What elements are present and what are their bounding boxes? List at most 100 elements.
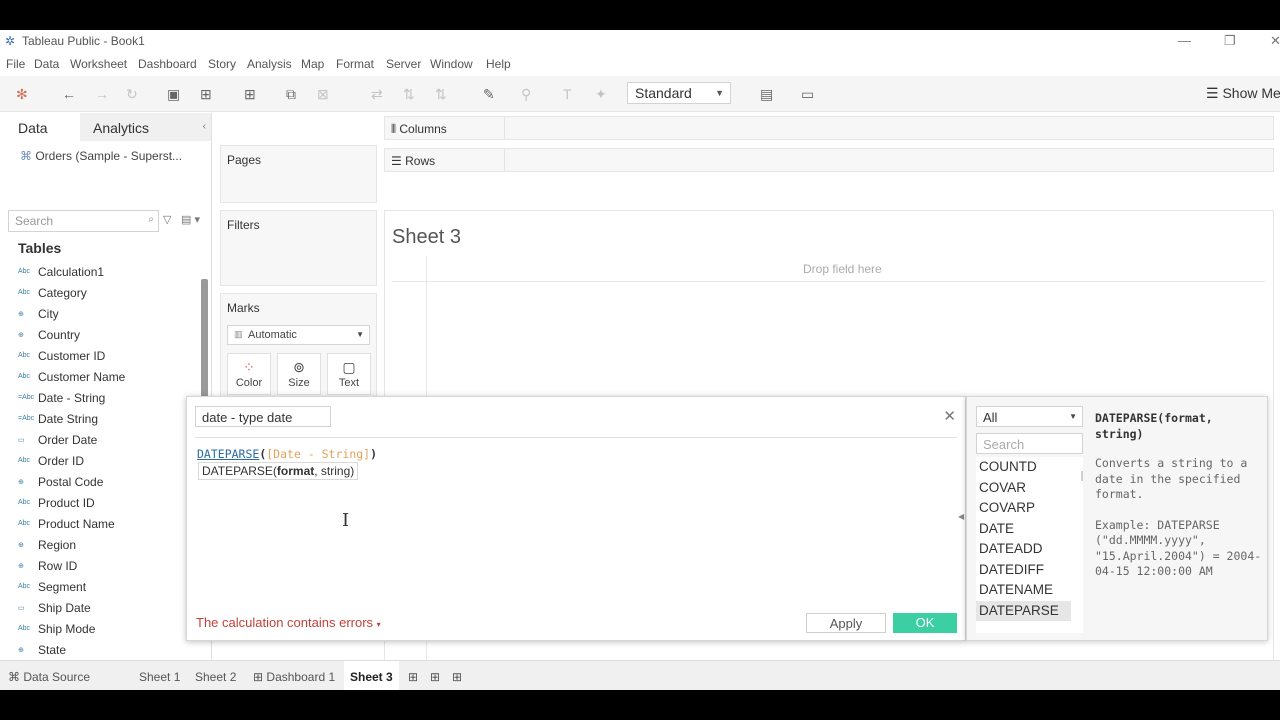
field-item[interactable]: Abc Customer Name — [0, 368, 200, 389]
menu-worksheet[interactable]: Worksheet — [70, 57, 127, 71]
menu-story[interactable]: Story — [208, 57, 236, 71]
new-story-tab-icon[interactable]: ⊞ — [452, 670, 462, 684]
menu-help[interactable]: Help — [486, 57, 511, 71]
menu-dashboard[interactable]: Dashboard — [138, 57, 197, 71]
size-button[interactable]: ⊚ Size — [277, 353, 321, 395]
fit-select[interactable]: Standard ▼ — [627, 82, 731, 104]
calculation-name-input[interactable]: date - type date — [195, 406, 331, 427]
redo-icon[interactable]: → — [95, 86, 109, 102]
field-name: Product Name — [38, 517, 115, 531]
ok-button[interactable]: OK — [893, 613, 957, 633]
field-item[interactable]: ⊕ City — [0, 305, 200, 326]
replay-icon[interactable]: ↻ — [126, 86, 138, 103]
function-item[interactable]: DATE — [976, 519, 1083, 540]
save-icon[interactable]: ▣ — [167, 86, 180, 103]
function-item[interactable]: DATEPARSE — [976, 600, 1071, 621]
menu-file[interactable]: File — [6, 57, 25, 71]
field-search-input[interactable]: Search ⌕ — [8, 210, 159, 232]
field-item[interactable]: ⊕ State — [0, 641, 200, 660]
collapse-pane-icon[interactable]: ‹ — [203, 121, 206, 132]
menu-data[interactable]: Data — [34, 57, 59, 71]
formula-editor[interactable]: DATEPARSE([Date - String]) — [197, 447, 377, 461]
function-item[interactable]: COVARP — [976, 498, 1083, 519]
pin-icon[interactable]: ✦ — [595, 86, 607, 103]
labels-icon[interactable]: T — [563, 86, 572, 102]
field-item[interactable]: ▭ Order Date — [0, 431, 200, 452]
tab-sheet-2[interactable]: Sheet 2 — [195, 670, 236, 684]
view-options-icon[interactable]: ▤ ▾ — [181, 213, 200, 226]
toolbar: ✻ ← → ↻ ▣ ⊞ ⊞ ⧉ ⊠ ⇄ ⇅ ⇅ ✎ ⚲ T ✦ Standard… — [0, 76, 1280, 112]
add-datasource-icon[interactable]: ⊞ — [200, 86, 212, 103]
field-item[interactable]: ⊕ Postal Code — [0, 473, 200, 494]
tab-sheet-3[interactable]: Sheet 3 — [344, 661, 399, 690]
cards-icon[interactable]: ▤ — [760, 86, 773, 103]
sort-ascending-icon[interactable]: ⇅ — [403, 86, 415, 103]
field-item[interactable]: ⊕ Row ID — [0, 557, 200, 578]
sheet-title[interactable]: Sheet 3 — [392, 226, 461, 249]
function-list-scrollbar[interactable] — [1081, 471, 1083, 481]
field-item[interactable]: Abc Order ID — [0, 452, 200, 473]
presentation-icon[interactable]: ▭ — [801, 86, 814, 103]
menu-server[interactable]: Server — [386, 57, 421, 71]
field-item[interactable]: Abc Category — [0, 284, 200, 305]
close-icon[interactable]: ✕ — [943, 407, 956, 425]
pages-card[interactable]: Pages — [220, 145, 377, 203]
apply-button[interactable]: Apply — [806, 613, 886, 633]
clear-sheet-icon[interactable]: ⊠ — [317, 86, 329, 103]
function-category-select[interactable]: All ▼ — [976, 406, 1083, 427]
field-item[interactable]: Abc Calculation1 — [0, 263, 200, 284]
function-item[interactable]: DATEADD — [976, 539, 1083, 560]
field-item[interactable]: =Abc Date - String — [0, 389, 200, 410]
datasource-item[interactable]: ⌘ Orders (Sample - Superst... — [20, 149, 182, 163]
tab-dashboard-1[interactable]: ⊞ Dashboard 1 — [253, 670, 335, 684]
menu-format[interactable]: Format — [336, 57, 374, 71]
tableau-home-icon[interactable]: ✻ — [16, 86, 28, 103]
field-item[interactable]: ⊕ Country — [0, 326, 200, 347]
restore-icon[interactable]: ❐ — [1224, 33, 1236, 49]
show-me-button[interactable]: ☰ Show Me — [1206, 85, 1280, 102]
function-item[interactable]: COVAR — [976, 478, 1083, 499]
sort-descending-icon[interactable]: ⇅ — [435, 86, 447, 103]
field-item[interactable]: Abc Segment — [0, 578, 200, 599]
field-item[interactable]: Abc Product Name — [0, 515, 200, 536]
field-item[interactable]: Abc Ship Mode — [0, 620, 200, 641]
duplicate-icon[interactable]: ⧉ — [286, 86, 296, 103]
menu-map[interactable]: Map — [301, 57, 324, 71]
group-icon[interactable]: ⚲ — [521, 86, 531, 103]
datasource-icon: ⌘ — [20, 149, 32, 163]
menu-analysis[interactable]: Analysis — [247, 57, 292, 71]
function-search-input[interactable]: Search — [976, 433, 1083, 454]
function-item[interactable]: DATENAME — [976, 580, 1083, 601]
tab-data[interactable]: Data — [0, 113, 80, 141]
field-item[interactable]: ⊕ Region — [0, 536, 200, 557]
new-worksheet-icon[interactable]: ⊞ — [244, 86, 256, 103]
tab-sheet-1[interactable]: Sheet 1 — [139, 670, 180, 684]
filter-icon[interactable]: ▽ — [163, 213, 171, 226]
undo-icon[interactable]: ← — [62, 86, 76, 102]
drop-field-hint[interactable]: Drop field here — [803, 262, 882, 276]
text-button[interactable]: ▢ Text — [327, 353, 371, 395]
field-item[interactable]: =Abc Date String — [0, 410, 200, 431]
filters-card[interactable]: Filters — [220, 210, 377, 286]
collapse-functions-icon[interactable]: ◀ — [958, 512, 964, 521]
menu-window[interactable]: Window — [430, 57, 473, 71]
function-item[interactable]: COUNTD — [976, 457, 1083, 478]
new-worksheet-tab-icon[interactable]: ⊞ — [408, 670, 418, 684]
mark-type-select[interactable]: ▥ Automatic ▼ — [227, 325, 370, 345]
function-item[interactable]: DATEDIFF — [976, 560, 1083, 581]
color-button[interactable]: ⁘ Color — [227, 353, 271, 395]
highlight-icon[interactable]: ✎ — [483, 86, 495, 103]
field-item[interactable]: Abc Product ID — [0, 494, 200, 515]
close-window-icon[interactable]: ✕ — [1270, 33, 1280, 49]
tableau-logo-icon: ✲ — [5, 34, 16, 48]
error-message[interactable]: The calculation contains errors ▾ — [196, 615, 381, 630]
tab-data-source[interactable]: ⌘ Data Source — [8, 670, 90, 684]
tab-analytics[interactable]: Analytics ‹ — [80, 113, 211, 141]
field-item[interactable]: ▭ Ship Date — [0, 599, 200, 620]
minimize-icon[interactable]: — — [1178, 33, 1191, 48]
swap-icon[interactable]: ⇄ — [371, 86, 383, 103]
columns-shelf[interactable]: ⫴ Columns — [384, 116, 1274, 140]
rows-shelf[interactable]: ☰ Rows — [384, 148, 1274, 172]
field-item[interactable]: Abc Customer ID — [0, 347, 200, 368]
new-dashboard-tab-icon[interactable]: ⊞ — [430, 670, 440, 684]
